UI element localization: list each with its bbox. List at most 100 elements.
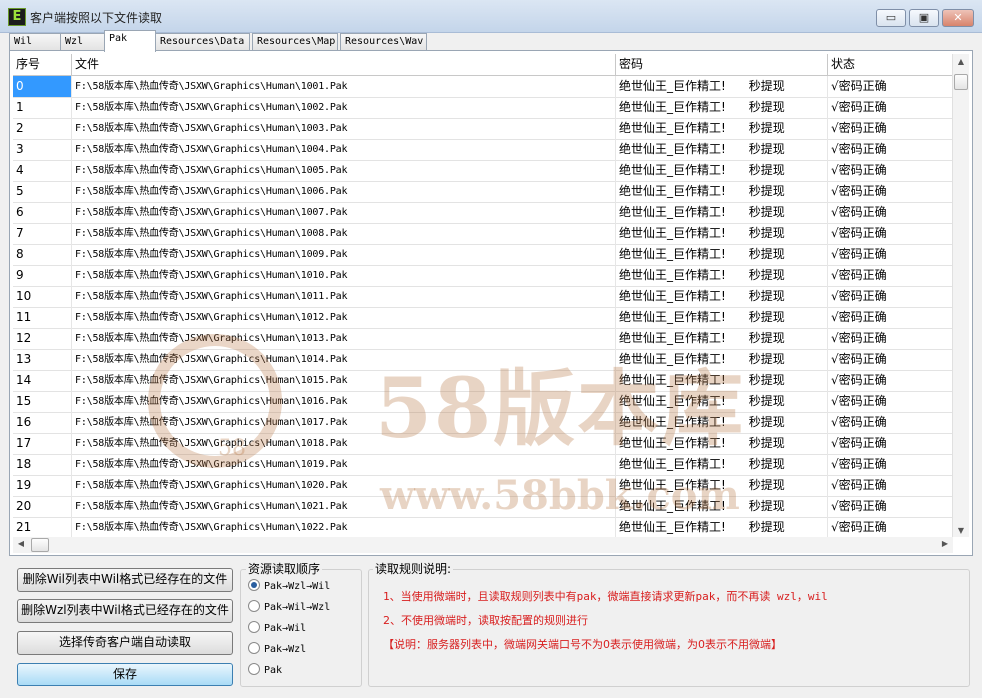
cell-password[interactable]: 绝世仙王_巨作精工! 秒提现 bbox=[616, 496, 828, 517]
table-row[interactable]: 10 F:\58版本库\热血传奇\JSXW\Graphics\Human\1011… bbox=[13, 286, 953, 308]
cell-file[interactable]: F:\58版本库\热血传奇\JSXW\Graphics\Human\1008.P… bbox=[72, 223, 616, 244]
cell-file[interactable]: F:\58版本库\热血传奇\JSXW\Graphics\Human\1004.P… bbox=[72, 139, 616, 160]
cell-password[interactable]: 绝世仙王_巨作精工! 秒提现 bbox=[616, 76, 828, 97]
table-row[interactable]: 6 F:\58版本库\热血传奇\JSXW\Graphics\Human\1007.… bbox=[13, 202, 953, 224]
radio-order-2[interactable]: Pak→Wil→Wzl bbox=[248, 600, 330, 616]
cell-index[interactable]: 2 bbox=[13, 118, 72, 139]
cell-index[interactable]: 12 bbox=[13, 328, 72, 349]
cell-file[interactable]: F:\58版本库\热血传奇\JSXW\Graphics\Human\1017.P… bbox=[72, 412, 616, 433]
cell-status[interactable]: √密码正确 bbox=[828, 517, 953, 537]
cell-index[interactable]: 17 bbox=[13, 433, 72, 454]
cell-file[interactable]: F:\58版本库\热血传奇\JSXW\Graphics\Human\1003.P… bbox=[72, 118, 616, 139]
radio-icon[interactable] bbox=[248, 621, 260, 633]
cell-file[interactable]: F:\58版本库\热血传奇\JSXW\Graphics\Human\1012.P… bbox=[72, 307, 616, 328]
table-row[interactable]: 14 F:\58版本库\热血传奇\JSXW\Graphics\Human\1015… bbox=[13, 370, 953, 392]
cell-status[interactable]: √密码正确 bbox=[828, 265, 953, 286]
cell-status[interactable]: √密码正确 bbox=[828, 118, 953, 139]
cell-status[interactable]: √密码正确 bbox=[828, 412, 953, 433]
table-row[interactable]: 11 F:\58版本库\热血传奇\JSXW\Graphics\Human\1012… bbox=[13, 307, 953, 329]
table-row[interactable]: 4 F:\58版本库\热血传奇\JSXW\Graphics\Human\1005.… bbox=[13, 160, 953, 182]
cell-password[interactable]: 绝世仙王_巨作精工! 秒提现 bbox=[616, 454, 828, 475]
cell-password[interactable]: 绝世仙王_巨作精工! 秒提现 bbox=[616, 370, 828, 391]
cell-index[interactable]: 9 bbox=[13, 265, 72, 286]
vertical-scrollbar[interactable]: ▲ ▼ bbox=[952, 54, 969, 537]
cell-file[interactable]: F:\58版本库\热血传奇\JSXW\Graphics\Human\1005.P… bbox=[72, 160, 616, 181]
tab-resources-data[interactable]: Resources\Data bbox=[155, 33, 250, 51]
cell-file[interactable]: F:\58版本库\热血传奇\JSXW\Graphics\Human\1016.P… bbox=[72, 391, 616, 412]
header-status[interactable]: 状态 bbox=[828, 54, 953, 75]
cell-index[interactable]: 4 bbox=[13, 160, 72, 181]
cell-status[interactable]: √密码正确 bbox=[828, 328, 953, 349]
tab-wil[interactable]: Wil bbox=[9, 33, 61, 51]
radio-order-5[interactable]: Pak bbox=[248, 663, 282, 679]
cell-file[interactable]: F:\58版本库\热血传奇\JSXW\Graphics\Human\1011.P… bbox=[72, 286, 616, 307]
table-row[interactable]: 7 F:\58版本库\热血传奇\JSXW\Graphics\Human\1008.… bbox=[13, 223, 953, 245]
cell-password[interactable]: 绝世仙王_巨作精工! 秒提现 bbox=[616, 244, 828, 265]
cell-password[interactable]: 绝世仙王_巨作精工! 秒提现 bbox=[616, 265, 828, 286]
table-row[interactable]: 8 F:\58版本库\热血传奇\JSXW\Graphics\Human\1009.… bbox=[13, 244, 953, 266]
delete-wil-button[interactable]: 删除Wil列表中Wil格式已经存在的文件 bbox=[17, 568, 233, 592]
cell-file[interactable]: F:\58版本库\热血传奇\JSXW\Graphics\Human\1002.P… bbox=[72, 97, 616, 118]
cell-status[interactable]: √密码正确 bbox=[828, 370, 953, 391]
table-row[interactable]: 3 F:\58版本库\热血传奇\JSXW\Graphics\Human\1004.… bbox=[13, 139, 953, 161]
cell-file[interactable]: F:\58版本库\热血传奇\JSXW\Graphics\Human\1020.P… bbox=[72, 475, 616, 496]
cell-status[interactable]: √密码正确 bbox=[828, 160, 953, 181]
cell-file[interactable]: F:\58版本库\热血传奇\JSXW\Graphics\Human\1018.P… bbox=[72, 433, 616, 454]
table-row[interactable]: 20 F:\58版本库\热血传奇\JSXW\Graphics\Human\1021… bbox=[13, 496, 953, 518]
header-password[interactable]: 密码 bbox=[616, 54, 828, 75]
cell-status[interactable]: √密码正确 bbox=[828, 76, 953, 97]
cell-status[interactable]: √密码正确 bbox=[828, 139, 953, 160]
cell-index[interactable]: 13 bbox=[13, 349, 72, 370]
cell-password[interactable]: 绝世仙王_巨作精工! 秒提现 bbox=[616, 286, 828, 307]
cell-index[interactable]: 18 bbox=[13, 454, 72, 475]
cell-index[interactable]: 7 bbox=[13, 223, 72, 244]
table-row[interactable]: 2 F:\58版本库\热血传奇\JSXW\Graphics\Human\1003.… bbox=[13, 118, 953, 140]
cell-password[interactable]: 绝世仙王_巨作精工! 秒提现 bbox=[616, 391, 828, 412]
table-row[interactable]: 19 F:\58版本库\热血传奇\JSXW\Graphics\Human\1020… bbox=[13, 475, 953, 497]
table-row[interactable]: 17 F:\58版本库\热血传奇\JSXW\Graphics\Human\1018… bbox=[13, 433, 953, 455]
table-row[interactable]: 13 F:\58版本库\热血传奇\JSXW\Graphics\Human\1014… bbox=[13, 349, 953, 371]
cell-password[interactable]: 绝世仙王_巨作精工! 秒提现 bbox=[616, 475, 828, 496]
cell-file[interactable]: F:\58版本库\热血传奇\JSXW\Graphics\Human\1019.P… bbox=[72, 454, 616, 475]
cell-index[interactable]: 14 bbox=[13, 370, 72, 391]
cell-status[interactable]: √密码正确 bbox=[828, 223, 953, 244]
cell-password[interactable]: 绝世仙王_巨作精工! 秒提现 bbox=[616, 118, 828, 139]
cell-password[interactable]: 绝世仙王_巨作精工! 秒提现 bbox=[616, 412, 828, 433]
table-row[interactable]: 5 F:\58版本库\热血传奇\JSXW\Graphics\Human\1006.… bbox=[13, 181, 953, 203]
auto-read-button[interactable]: 选择传奇客户端自动读取 bbox=[17, 631, 233, 655]
cell-status[interactable]: √密码正确 bbox=[828, 391, 953, 412]
tab-pak[interactable]: Pak bbox=[104, 30, 156, 52]
radio-order-4[interactable]: Pak→Wzl bbox=[248, 642, 306, 658]
table-row[interactable]: 12 F:\58版本库\热血传奇\JSXW\Graphics\Human\1013… bbox=[13, 328, 953, 350]
cell-file[interactable]: F:\58版本库\热血传奇\JSXW\Graphics\Human\1006.P… bbox=[72, 181, 616, 202]
cell-index[interactable]: 11 bbox=[13, 307, 72, 328]
delete-wzl-button[interactable]: 删除Wzl列表中Wil格式已经存在的文件 bbox=[17, 599, 233, 623]
cell-status[interactable]: √密码正确 bbox=[828, 97, 953, 118]
table-row[interactable]: 0 F:\58版本库\热血传奇\JSXW\Graphics\Human\1001.… bbox=[13, 76, 953, 98]
save-button[interactable]: 保存 bbox=[17, 663, 233, 686]
cell-status[interactable]: √密码正确 bbox=[828, 433, 953, 454]
cell-file[interactable]: F:\58版本库\热血传奇\JSXW\Graphics\Human\1010.P… bbox=[72, 265, 616, 286]
maximize-button[interactable]: ▣ bbox=[909, 9, 939, 27]
scroll-right-icon[interactable]: ▶ bbox=[937, 539, 953, 548]
cell-index[interactable]: 6 bbox=[13, 202, 72, 223]
cell-status[interactable]: √密码正确 bbox=[828, 202, 953, 223]
cell-status[interactable]: √密码正确 bbox=[828, 181, 953, 202]
table-row[interactable]: 18 F:\58版本库\热血传奇\JSXW\Graphics\Human\1019… bbox=[13, 454, 953, 476]
cell-file[interactable]: F:\58版本库\热血传奇\JSXW\Graphics\Human\1021.P… bbox=[72, 496, 616, 517]
cell-password[interactable]: 绝世仙王_巨作精工! 秒提现 bbox=[616, 97, 828, 118]
cell-index[interactable]: 0 bbox=[13, 76, 72, 97]
header-index[interactable]: 序号 bbox=[13, 54, 72, 75]
radio-selected-icon[interactable] bbox=[248, 579, 260, 591]
cell-status[interactable]: √密码正确 bbox=[828, 454, 953, 475]
close-button[interactable]: ✕ bbox=[942, 9, 974, 27]
horizontal-scrollbar[interactable]: ◀ ▶ bbox=[13, 537, 953, 553]
header-file[interactable]: 文件 bbox=[72, 54, 616, 75]
cell-password[interactable]: 绝世仙王_巨作精工! 秒提现 bbox=[616, 307, 828, 328]
tab-wzl[interactable]: Wzl bbox=[60, 33, 107, 51]
cell-password[interactable]: 绝世仙王_巨作精工! 秒提现 bbox=[616, 517, 828, 537]
table-row[interactable]: 16 F:\58版本库\热血传奇\JSXW\Graphics\Human\1017… bbox=[13, 412, 953, 434]
scroll-up-icon[interactable]: ▲ bbox=[953, 57, 969, 66]
radio-icon[interactable] bbox=[248, 600, 260, 612]
cell-file[interactable]: F:\58版本库\热血传奇\JSXW\Graphics\Human\1022.P… bbox=[72, 517, 616, 537]
